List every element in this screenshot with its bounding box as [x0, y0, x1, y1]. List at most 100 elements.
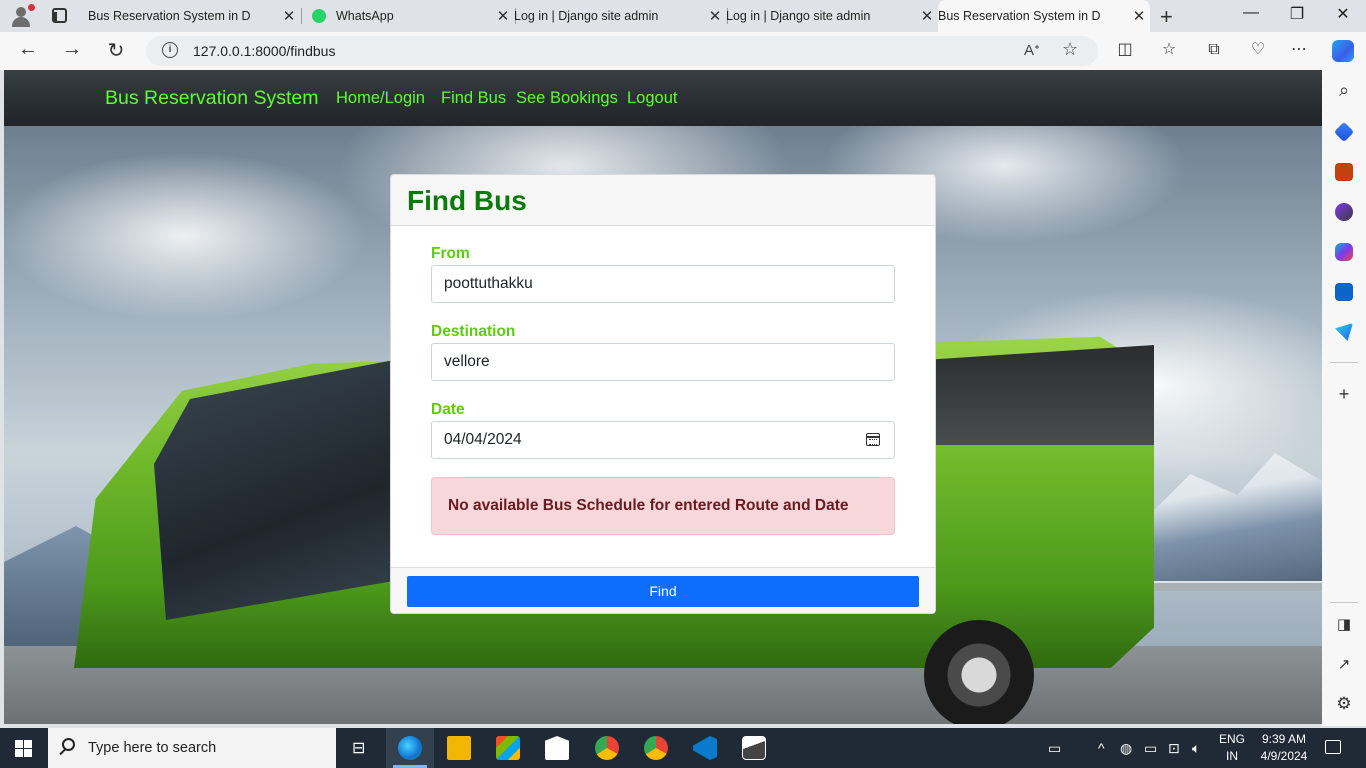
alert-text: No available Bus Schedule for entered Ro…: [448, 497, 849, 514]
from-label: From: [431, 245, 470, 262]
clock-date: 4/9/2024: [1260, 749, 1308, 763]
sidebar-toggle-icon[interactable]: ◨: [1334, 615, 1354, 633]
tab-bus-reservation-1[interactable]: Bus Reservation System in D ✕: [88, 0, 300, 84]
camera-icon[interactable]: ◍: [1120, 740, 1132, 757]
chrome-profile-icon[interactable]: [644, 736, 668, 760]
close-icon[interactable]: ✕: [278, 7, 300, 25]
calendar-icon[interactable]: [866, 433, 880, 446]
close-icon[interactable]: ✕: [492, 7, 514, 25]
network-icon[interactable]: ⊡: [1168, 740, 1180, 757]
nav-find-bus[interactable]: Find Bus: [441, 89, 506, 108]
file-explorer-icon[interactable]: [447, 736, 471, 760]
profile-icon[interactable]: [8, 4, 35, 28]
refresh-button[interactable]: ↻: [103, 38, 129, 63]
open-external-icon[interactable]: ↗: [1334, 655, 1354, 673]
clock-time: 9:39 AM: [1261, 732, 1307, 746]
edge-taskbar-icon[interactable]: [398, 736, 422, 760]
games-icon[interactable]: [1335, 203, 1353, 221]
minimize-button[interactable]: —: [1228, 4, 1274, 22]
read-aloud-icon[interactable]: Aᐩ: [1024, 41, 1040, 59]
taskbar-search[interactable]: Type here to search: [48, 728, 336, 768]
destination-field[interactable]: vellore: [431, 343, 895, 381]
tab-title: Log in | Django site admin: [514, 9, 659, 23]
add-icon[interactable]: +: [1334, 384, 1354, 405]
restore-button[interactable]: ❐: [1274, 4, 1320, 24]
tab-whatsapp[interactable]: WhatsApp ✕: [300, 0, 514, 32]
bus-wheel: [924, 620, 1034, 724]
keyboard-layout-icon[interactable]: ▭: [1048, 740, 1061, 757]
browser-essentials-icon[interactable]: ♡: [1249, 41, 1267, 59]
tab-title: Log in | Django site admin: [726, 9, 871, 23]
tab-title: Bus Reservation System in D: [938, 9, 1101, 23]
tab-actions-icon[interactable]: [52, 8, 67, 23]
collections-icon[interactable]: ⧉: [1205, 41, 1223, 59]
mail-icon[interactable]: [545, 736, 569, 760]
site-info-icon[interactable]: i: [162, 42, 178, 58]
tab-bus-reservation-active[interactable]: Bus Reservation System in D ✕: [938, 0, 1150, 84]
nav-home-login[interactable]: Home/Login: [336, 89, 425, 108]
task-view-icon[interactable]: ⊟: [352, 738, 365, 758]
show-hidden-icons[interactable]: ^: [1098, 740, 1105, 756]
find-button[interactable]: Find: [407, 576, 919, 607]
favorite-star-icon[interactable]: ☆: [1062, 39, 1078, 60]
outlook-icon[interactable]: [1335, 283, 1353, 301]
split-screen-icon[interactable]: ◫: [1116, 41, 1134, 59]
settings-more-icon[interactable]: ⋯: [1290, 41, 1308, 59]
windows-start-icon[interactable]: [15, 740, 32, 757]
forward-button[interactable]: →: [59, 38, 85, 61]
site-navbar: Bus Reservation System Home/Login Find B…: [4, 70, 1322, 126]
card-footer: Find: [391, 567, 935, 613]
back-button[interactable]: ←: [15, 38, 41, 61]
battery-icon[interactable]: ▭: [1144, 740, 1157, 757]
date-label: Date: [431, 401, 465, 418]
site-brand[interactable]: Bus Reservation System: [105, 87, 319, 110]
nav-see-bookings[interactable]: See Bookings: [516, 89, 618, 108]
photos-icon[interactable]: [742, 736, 766, 760]
close-window-button[interactable]: ✕: [1320, 4, 1366, 24]
chrome-icon[interactable]: [595, 736, 619, 760]
copilot-icon[interactable]: [1332, 40, 1354, 62]
search-icon: [62, 738, 75, 751]
bus-windshield: [154, 360, 394, 620]
tab-django-admin-2[interactable]: Log in | Django site admin ✕: [726, 0, 938, 84]
search-icon[interactable]: ⌕: [1334, 80, 1354, 101]
error-alert: No available Bus Schedule for entered Ro…: [431, 477, 895, 535]
new-tab-button[interactable]: +: [1160, 4, 1173, 30]
date-value: 04/04/2024: [444, 431, 522, 448]
drop-icon[interactable]: [1335, 323, 1353, 341]
gear-icon[interactable]: ⚙: [1334, 694, 1354, 714]
search-placeholder: Type here to search: [88, 740, 217, 756]
address-bar[interactable]: i 127.0.0.1:8000/findbus Aᐩ ☆: [146, 36, 1098, 66]
tab-title: WhatsApp: [336, 9, 394, 23]
close-icon[interactable]: ✕: [916, 7, 938, 25]
shopping-tag-icon[interactable]: [1333, 121, 1355, 143]
url-text[interactable]: 127.0.0.1:8000/findbus: [193, 43, 335, 59]
tab-django-admin-1[interactable]: Log in | Django site admin ✕: [514, 0, 726, 84]
lang-region: IN: [1226, 749, 1238, 763]
page-title: Find Bus: [407, 185, 527, 216]
whatsapp-icon: [312, 9, 326, 23]
close-icon[interactable]: ✕: [704, 7, 726, 25]
address-toolbar: ← → ↻ i 127.0.0.1:8000/findbus Aᐩ ☆ ◫ ☆ …: [0, 32, 1366, 95]
nav-logout[interactable]: Logout: [627, 89, 677, 108]
tools-icon[interactable]: [1335, 163, 1353, 181]
lang-code: ENG: [1218, 732, 1245, 746]
tab-strip: Bus Reservation System in D ✕ WhatsApp ✕…: [0, 0, 1366, 84]
from-field[interactable]: poottuthakku: [431, 265, 895, 303]
clock[interactable]: 9:39 AM 4/9/2024: [1252, 731, 1316, 765]
close-icon[interactable]: ✕: [1128, 7, 1150, 25]
favorites-icon[interactable]: ☆: [1160, 41, 1178, 59]
volume-icon[interactable]: 🔈︎: [1192, 740, 1200, 757]
tab-title: Bus Reservation System in D: [88, 9, 251, 23]
bus-window: [924, 345, 1154, 445]
find-bus-card: Find Bus From poottuthakku Destination v…: [390, 174, 936, 614]
microsoft-365-icon[interactable]: [1335, 243, 1353, 261]
edge-sidebar: ⌕ + ◨ ↗ ⚙: [1322, 70, 1366, 726]
vscode-icon[interactable]: [693, 736, 717, 760]
date-field[interactable]: 04/04/2024: [431, 421, 895, 459]
card-header: Find Bus: [391, 175, 935, 226]
notification-icon[interactable]: [1325, 740, 1341, 754]
language-indicator[interactable]: ENG IN: [1218, 731, 1246, 765]
store-icon[interactable]: [496, 736, 520, 760]
web-page: Bus Reservation System Home/Login Find B…: [4, 70, 1322, 724]
